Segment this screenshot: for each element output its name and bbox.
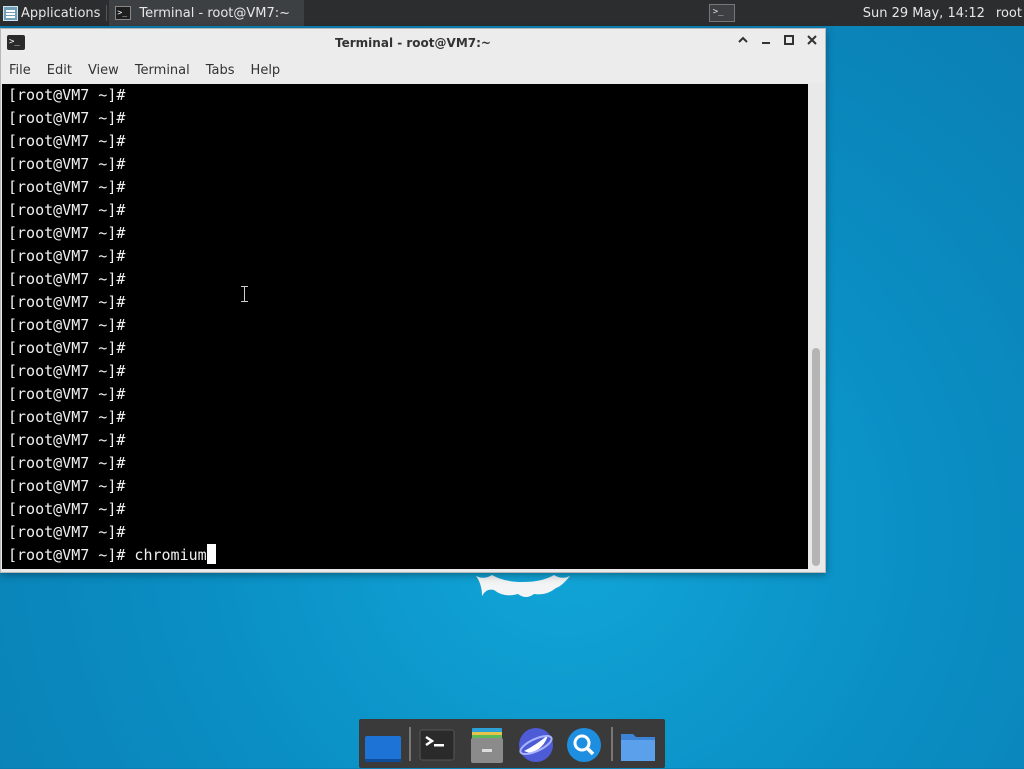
terminal-line: [root@VM7 ~]# (8, 316, 126, 334)
terminal-line: [root@VM7 ~]# (8, 224, 126, 242)
terminal-icon: >_ (115, 6, 132, 20)
top-panel: Applications >_ Terminal - root@VM7:~ >_… (0, 0, 1024, 26)
terminal-line: [root@VM7 ~]# (8, 362, 126, 380)
window-title: Terminal - root@VM7:~ (335, 36, 491, 50)
maximize-icon (784, 35, 794, 45)
minimize-icon (762, 42, 770, 44)
terminal-line: [root@VM7 ~]# (8, 454, 126, 472)
terminal-line: [root@VM7 ~]# (8, 477, 126, 495)
terminal-line: [root@VM7 ~]# (8, 431, 126, 449)
dock-separator (409, 727, 411, 761)
terminal-line: [root@VM7 ~]# (8, 408, 126, 426)
applications-label: Applications (21, 5, 101, 21)
scrollbar-thumb[interactable] (812, 348, 820, 566)
app-finder-icon[interactable] (564, 725, 604, 765)
terminal-line: [root@VM7 ~]# (8, 523, 126, 541)
web-browser-icon[interactable] (516, 725, 556, 765)
terminal-line: [root@VM7 ~]# (8, 385, 126, 403)
folder-icon[interactable] (618, 725, 658, 765)
close-icon (807, 35, 817, 45)
terminal-line: [root@VM7 ~]# (8, 86, 126, 104)
panel-clock[interactable]: Sun 29 May, 14:12 (863, 6, 985, 21)
terminal-icon[interactable] (417, 725, 457, 765)
terminal-current-line: [root@VM7 ~]# chromium (8, 544, 216, 567)
menu-tabs[interactable]: Tabs (201, 63, 243, 78)
terminal-current-command: [root@VM7 ~]# chromium (8, 546, 207, 564)
tray-terminal-icon[interactable]: >_ (708, 4, 735, 22)
window-titlebar[interactable]: >_ Terminal - root@VM7:~ (1, 29, 825, 57)
menu-file[interactable]: File (4, 63, 39, 78)
terminal-line: [root@VM7 ~]# (8, 109, 126, 127)
mouse-ibeam-cursor-icon (240, 286, 249, 302)
menu-edit[interactable]: Edit (42, 63, 80, 78)
terminal-line: [root@VM7 ~]# (8, 201, 126, 219)
terminal-line: [root@VM7 ~]# (8, 178, 126, 196)
menu-bar: File Edit View Terminal Tabs Help (1, 57, 825, 83)
dock (359, 719, 665, 768)
terminal-line: [root@VM7 ~]# (8, 270, 126, 288)
terminal-window: >_ Terminal - root@VM7:~ File Edit View … (0, 28, 826, 573)
terminal-line: [root@VM7 ~]# (8, 155, 126, 173)
menu-terminal[interactable]: Terminal (130, 63, 198, 78)
maximize-button[interactable] (781, 34, 797, 50)
taskbar-item-label: Terminal - root@VM7:~ (139, 5, 291, 21)
panel-user-menu[interactable]: root (996, 6, 1022, 21)
menu-view[interactable]: View (83, 63, 127, 78)
menu-help[interactable]: Help (246, 63, 289, 78)
text-cursor (206, 544, 216, 564)
desktop-mascot-graphic (476, 575, 570, 597)
shade-button[interactable] (735, 34, 751, 50)
minimize-button[interactable] (758, 34, 774, 50)
terminal-line: [root@VM7 ~]# (8, 339, 126, 357)
terminal-scrollbar[interactable] (808, 84, 825, 569)
dock-separator (611, 727, 613, 761)
chevron-up-icon (738, 36, 748, 43)
terminal-line: [root@VM7 ~]# (8, 293, 126, 311)
terminal-line: [root@VM7 ~]# (8, 247, 126, 265)
taskbar-item-terminal[interactable]: >_ Terminal - root@VM7:~ (109, 0, 305, 26)
applications-menu-button[interactable]: Applications (0, 0, 104, 26)
show-desktop-icon[interactable] (363, 725, 403, 765)
terminal-line: [root@VM7 ~]# (8, 132, 126, 150)
applications-menu-icon (3, 5, 18, 21)
file-manager-icon[interactable] (467, 725, 507, 765)
panel-separator (106, 5, 108, 21)
close-button[interactable] (804, 34, 820, 50)
terminal-line: [root@VM7 ~]# (8, 500, 126, 518)
terminal-output-area[interactable]: [root@VM7 ~]# [root@VM7 ~]# [root@VM7 ~]… (2, 84, 808, 569)
